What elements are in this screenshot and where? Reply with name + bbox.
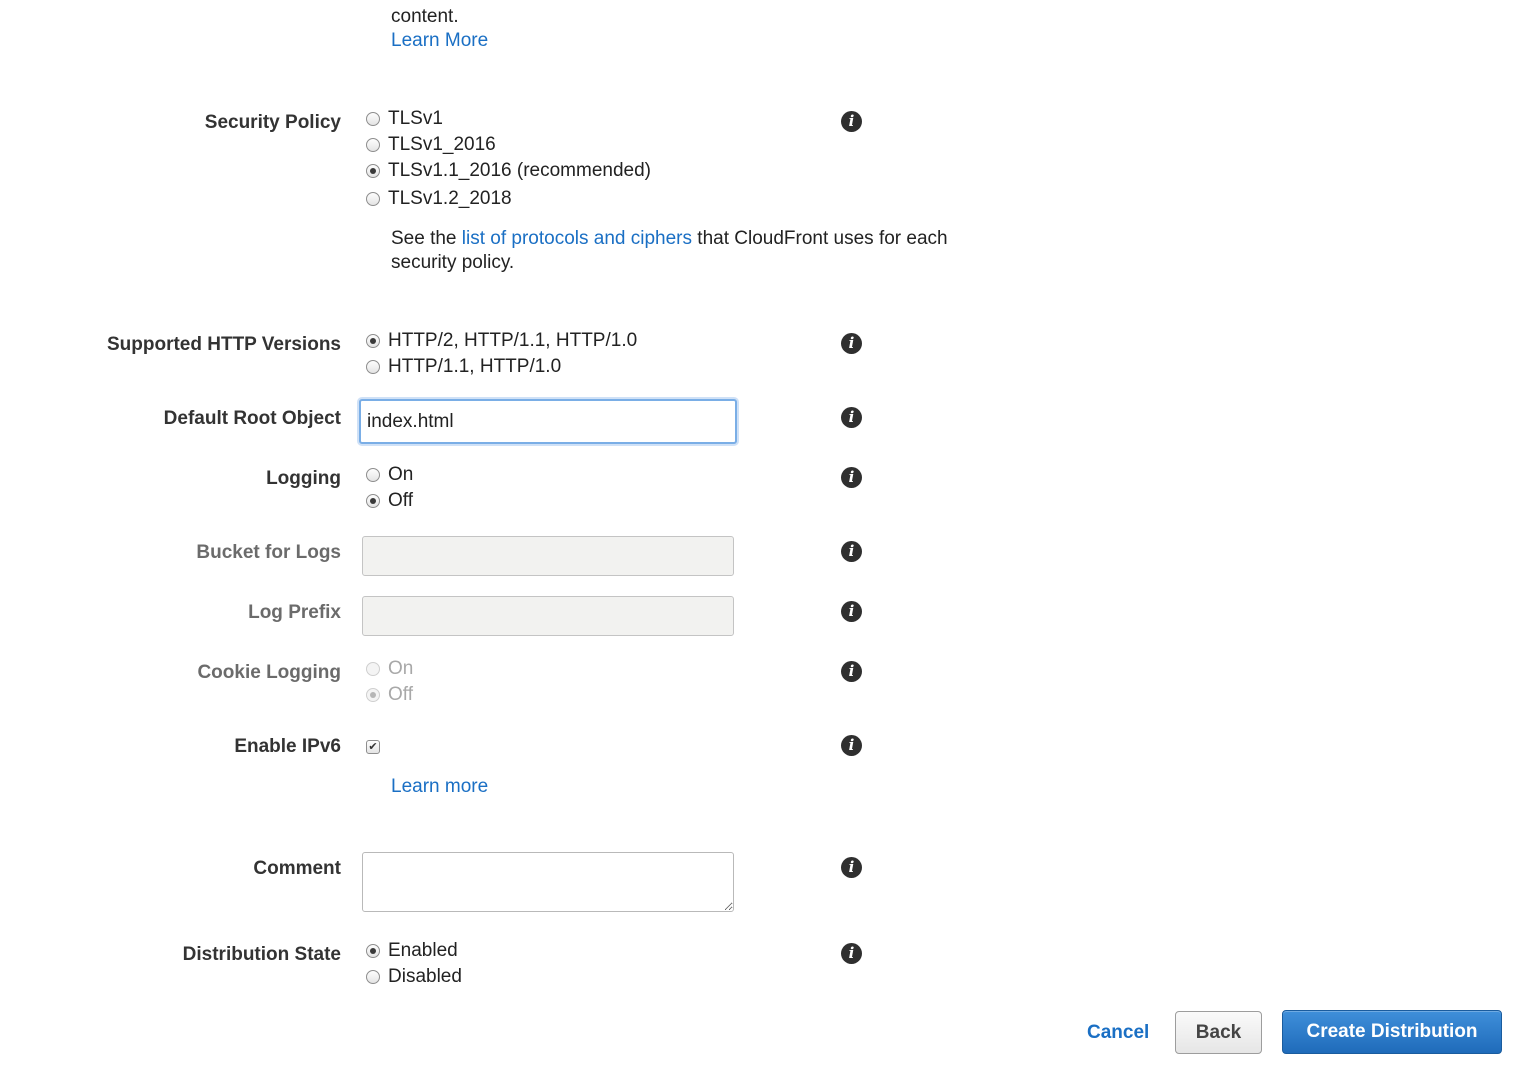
radio-button[interactable] bbox=[366, 944, 380, 958]
enable-ipv6-checkbox[interactable]: ✔ bbox=[366, 740, 380, 754]
option-label: HTTP/1.1, HTTP/1.0 bbox=[388, 356, 562, 377]
cookie-logging-label: Cookie Logging bbox=[197, 662, 341, 683]
default-root-object-label: Default Root Object bbox=[163, 408, 341, 429]
default-root-object-input[interactable] bbox=[359, 399, 737, 444]
option-label: TLSv1.2_2018 bbox=[388, 188, 512, 209]
info-icon-log-prefix[interactable]: i bbox=[841, 601, 862, 622]
protocols-ciphers-link[interactable]: list of protocols and ciphers bbox=[462, 228, 692, 249]
security-policy-option-tlsv1-2016[interactable]: TLSv1_2016 bbox=[366, 133, 496, 157]
radio-button[interactable] bbox=[366, 164, 380, 178]
http-versions-label: Supported HTTP Versions bbox=[106, 334, 341, 355]
distribution-state-option-disabled[interactable]: Disabled bbox=[366, 965, 462, 989]
radio-button[interactable] bbox=[366, 688, 380, 702]
log-prefix-input[interactable] bbox=[362, 596, 734, 636]
cancel-link[interactable]: Cancel bbox=[1087, 1022, 1149, 1044]
security-policy-option-tlsv1-1-2016[interactable]: TLSv1.1_2016 (recommended) bbox=[366, 159, 651, 183]
note-text: See the bbox=[391, 228, 462, 249]
security-policy-option-tlsv1[interactable]: TLSv1 bbox=[366, 107, 443, 131]
radio-button[interactable] bbox=[366, 360, 380, 374]
distribution-state-option-enabled[interactable]: Enabled bbox=[366, 939, 458, 963]
option-label: TLSv1_2016 bbox=[388, 134, 496, 155]
note-text: that CloudFront uses for each bbox=[692, 228, 948, 249]
create-distribution-button[interactable]: Create Distribution bbox=[1282, 1010, 1502, 1054]
info-icon-cookie-logging[interactable]: i bbox=[841, 661, 862, 682]
info-icon-bucket-for-logs[interactable]: i bbox=[841, 541, 862, 562]
info-icon-default-root-object[interactable]: i bbox=[841, 407, 862, 428]
bucket-for-logs-input[interactable] bbox=[362, 536, 734, 576]
option-label: Enabled bbox=[388, 940, 458, 961]
enable-ipv6-label: Enable IPv6 bbox=[234, 736, 341, 757]
info-icon-http-versions[interactable]: i bbox=[841, 333, 862, 354]
cookie-logging-option-off[interactable]: Off bbox=[366, 683, 413, 707]
log-prefix-label: Log Prefix bbox=[248, 602, 341, 623]
learn-more-link-ipv6[interactable]: Learn more bbox=[391, 776, 488, 798]
bucket-for-logs-label: Bucket for Logs bbox=[196, 542, 341, 563]
logging-option-off[interactable]: Off bbox=[366, 489, 413, 513]
http-version-option-http11[interactable]: HTTP/1.1, HTTP/1.0 bbox=[366, 355, 561, 379]
http-version-option-http2[interactable]: HTTP/2, HTTP/1.1, HTTP/1.0 bbox=[366, 329, 637, 353]
security-policy-option-tlsv1-2-2018[interactable]: TLSv1.2_2018 bbox=[366, 187, 512, 211]
top-description-text: content. bbox=[391, 6, 459, 27]
option-label: Disabled bbox=[388, 966, 462, 987]
learn-more-link-top[interactable]: Learn More bbox=[391, 30, 488, 52]
comment-textarea[interactable] bbox=[362, 852, 734, 912]
option-label: TLSv1 bbox=[388, 108, 443, 129]
logging-option-on[interactable]: On bbox=[366, 463, 413, 487]
option-label: On bbox=[388, 658, 414, 679]
radio-button[interactable] bbox=[366, 138, 380, 152]
back-button[interactable]: Back bbox=[1175, 1011, 1262, 1054]
option-label: Off bbox=[388, 684, 413, 705]
option-label: Off bbox=[388, 490, 413, 511]
info-icon-logging[interactable]: i bbox=[841, 467, 862, 488]
security-policy-label: Security Policy bbox=[204, 112, 341, 133]
radio-button[interactable] bbox=[366, 468, 380, 482]
option-label: HTTP/2, HTTP/1.1, HTTP/1.0 bbox=[388, 330, 638, 351]
info-icon-distribution-state[interactable]: i bbox=[841, 943, 862, 964]
info-icon-security-policy[interactable]: i bbox=[841, 111, 862, 132]
option-label: On bbox=[388, 464, 414, 485]
radio-button[interactable] bbox=[366, 494, 380, 508]
info-icon-comment[interactable]: i bbox=[841, 857, 862, 878]
distribution-state-label: Distribution State bbox=[182, 944, 341, 965]
comment-label: Comment bbox=[253, 858, 341, 879]
logging-label: Logging bbox=[266, 468, 341, 489]
radio-button[interactable] bbox=[366, 192, 380, 206]
radio-button[interactable] bbox=[366, 970, 380, 984]
option-label: TLSv1.1_2016 (recommended) bbox=[388, 160, 651, 181]
radio-button[interactable] bbox=[366, 334, 380, 348]
radio-button[interactable] bbox=[366, 662, 380, 676]
info-icon-enable-ipv6[interactable]: i bbox=[841, 735, 862, 756]
security-policy-note-line2: security policy. bbox=[391, 252, 515, 273]
cookie-logging-option-on[interactable]: On bbox=[366, 657, 413, 681]
radio-button[interactable] bbox=[366, 112, 380, 126]
security-policy-note: See the list of protocols and ciphers th… bbox=[391, 228, 948, 250]
